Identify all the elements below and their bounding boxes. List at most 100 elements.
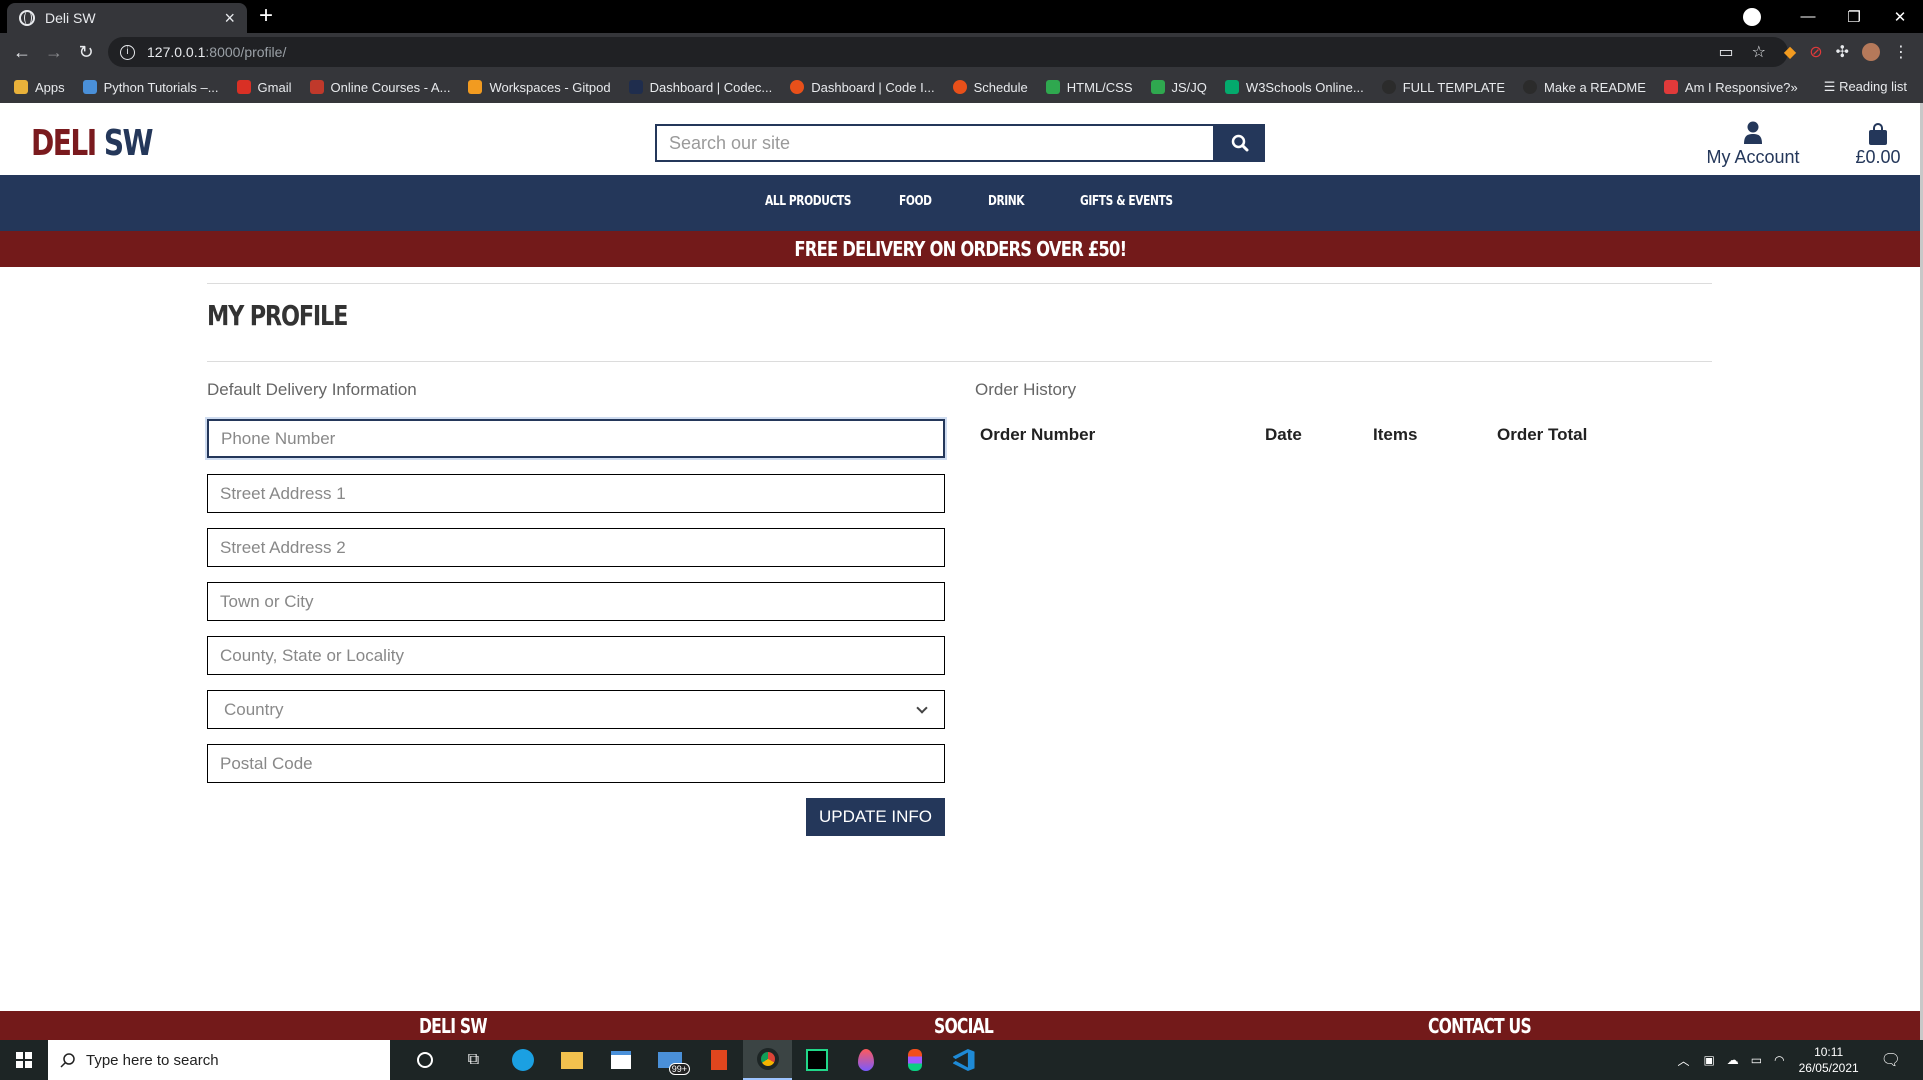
cortana-icon[interactable] <box>400 1040 449 1080</box>
page-title: MY PROFILE <box>207 299 348 332</box>
bookmark-star-icon[interactable]: ☆ <box>1752 42 1766 62</box>
pycharm-icon[interactable] <box>792 1040 841 1080</box>
bookmark-label: Dashboard | Code I... <box>811 79 935 95</box>
back-icon[interactable]: ← <box>6 42 38 63</box>
county-field[interactable] <box>207 636 945 675</box>
tab-title: Deli SW <box>45 10 96 26</box>
bookmark-full-template[interactable]: FULL TEMPLATE <box>1381 80 1505 95</box>
bookmark-w3schools[interactable]: W3Schools Online... <box>1224 79 1364 95</box>
edge-icon[interactable] <box>498 1040 547 1080</box>
close-tab-icon[interactable]: × <box>224 9 235 27</box>
bookmark-label: Am I Responsive? <box>1684 79 1791 95</box>
nav-gifts-events[interactable]: GIFTS & EVENTS <box>1080 194 1173 209</box>
file-explorer-icon[interactable] <box>547 1040 596 1080</box>
country-select[interactable]: Country <box>207 690 945 729</box>
avatar[interactable] <box>1862 43 1880 61</box>
order-number-column-header: Order Number <box>980 425 1096 444</box>
gitpod-extension-icon[interactable]: ◆ <box>1784 42 1796 62</box>
mail-badge: 99+ <box>668 1063 690 1075</box>
my-account-link[interactable]: My Account <box>1700 117 1806 168</box>
chrome-icon[interactable] <box>743 1040 792 1080</box>
more-bookmarks-icon[interactable]: » <box>1791 80 1798 95</box>
bookmark-htmlcss[interactable]: HTML/CSS <box>1045 79 1133 95</box>
nav-all-products[interactable]: ALL PRODUCTS <box>765 194 851 209</box>
bookmark-gmail[interactable]: Gmail <box>236 79 292 95</box>
bookmark-jsjq[interactable]: JS/JQ <box>1150 80 1207 95</box>
postal-code-field[interactable] <box>207 744 945 783</box>
bookmark-label: Make a README <box>1544 79 1646 95</box>
address-bar[interactable]: i 127.0.0.1:8000/profile/ ▭ ☆ <box>108 37 1788 67</box>
github-icon <box>1381 80 1396 94</box>
new-tab-button[interactable]: + <box>259 4 273 28</box>
wifi-icon[interactable]: ◠ <box>1774 1053 1784 1067</box>
mail-icon[interactable]: 99+ <box>645 1040 694 1080</box>
color-picker-icon[interactable] <box>841 1040 890 1080</box>
bookmark-label: HTML/CSS <box>1066 79 1133 95</box>
bookmark-label: W3Schools Online... <box>1245 79 1364 95</box>
logo-part2: SW <box>103 123 154 164</box>
notifications-icon[interactable]: 🗨 <box>1881 1050 1901 1070</box>
bookmark-codecademy[interactable]: Dashboard | Codec... <box>628 80 772 95</box>
close-window-button[interactable]: ✕ <box>1877 8 1923 26</box>
bookmark-schedule[interactable]: Schedule <box>952 80 1028 95</box>
vscode-icon[interactable] <box>939 1040 988 1080</box>
apps-grid-icon <box>14 80 28 94</box>
town-city-field[interactable] <box>207 582 945 621</box>
bookmark-label: Python Tutorials –... <box>103 79 219 95</box>
street-address-1-field[interactable] <box>207 474 945 513</box>
reload-icon[interactable]: ↻ <box>70 42 102 63</box>
bookmark-am-i-responsive[interactable]: Am I Responsive? <box>1663 79 1791 95</box>
block-extension-icon[interactable]: ⊘ <box>1809 42 1822 62</box>
reading-mode-icon[interactable]: ▭ <box>1719 42 1734 62</box>
browser-tab-bar: Deli SW × + — ❐ ✕ <box>0 0 1923 33</box>
meet-now-icon[interactable]: ▣ <box>1703 1053 1714 1067</box>
github-icon <box>1523 80 1538 94</box>
country-select-value: Country <box>224 699 284 719</box>
bookmark-python[interactable]: Python Tutorials –... <box>82 79 219 95</box>
nav-food[interactable]: FOOD <box>899 194 932 209</box>
forward-icon[interactable]: → <box>38 42 70 63</box>
shopping-bag-link[interactable]: £0.00 <box>1838 117 1918 168</box>
task-view-icon[interactable]: ⧉ <box>449 1040 498 1080</box>
onedrive-icon[interactable]: ☁ <box>1727 1053 1739 1067</box>
bookmark-label: Gmail <box>257 79 292 95</box>
browser-tab[interactable]: Deli SW × <box>7 3 247 33</box>
extensions-area: ◆ ⊘ ✣ ⋮ <box>1784 33 1909 71</box>
update-info-button[interactable]: UPDATE INFO <box>806 798 945 836</box>
profile-icon[interactable] <box>1743 7 1761 26</box>
bookmark-gitpod[interactable]: Workspaces - Gitpod <box>468 80 611 95</box>
tray-chevron-icon[interactable]: ︿ <box>1677 1052 1689 1069</box>
street-address-2-field[interactable] <box>207 528 945 567</box>
search-input[interactable] <box>655 124 1215 162</box>
puzzle-icon[interactable]: ✣ <box>1836 42 1849 62</box>
bookmark-online-courses[interactable]: Online Courses - A... <box>309 80 450 95</box>
bookmark-apps[interactable]: Apps <box>14 80 65 95</box>
order-total-column-header: Order Total <box>1497 425 1588 444</box>
reading-list[interactable]: ☰ Reading list <box>1824 79 1907 95</box>
schedule-icon <box>952 80 967 94</box>
more-menu-icon[interactable]: ⋮ <box>1893 42 1909 62</box>
w3schools-icon <box>1224 80 1239 94</box>
store-icon[interactable] <box>596 1040 645 1080</box>
globe-icon <box>19 10 35 26</box>
user-icon <box>1744 121 1762 144</box>
nav-drink[interactable]: DRINK <box>988 194 1025 209</box>
clock[interactable]: 10:11 26/05/2021 <box>1799 1044 1859 1076</box>
taskbar-search[interactable]: Type here to search <box>48 1040 390 1080</box>
bookmark-readme[interactable]: Make a README <box>1523 80 1646 95</box>
phone-number-field[interactable] <box>207 419 945 458</box>
site-logo[interactable]: DELI SW <box>31 123 154 164</box>
restore-button[interactable]: ❐ <box>1831 8 1877 26</box>
battery-icon[interactable]: ▭ <box>1751 1053 1762 1067</box>
office-icon[interactable] <box>694 1040 743 1080</box>
courses-icon <box>309 80 324 94</box>
shopping-bag-icon <box>1869 123 1887 145</box>
figma-icon[interactable] <box>890 1040 939 1080</box>
system-tray: ︿ ▣ ☁ ▭ ◠ 10:11 26/05/2021 🗨 <box>1677 1040 1923 1080</box>
search-button[interactable] <box>1215 124 1265 162</box>
bookmark-code-institute[interactable]: Dashboard | Code I... <box>790 79 935 95</box>
minimize-button[interactable]: — <box>1785 8 1831 25</box>
start-button[interactable] <box>0 1040 48 1080</box>
site-info-icon[interactable]: i <box>120 44 135 60</box>
banner-text: FREE DELIVERY ON ORDERS OVER £50! <box>794 237 1127 261</box>
